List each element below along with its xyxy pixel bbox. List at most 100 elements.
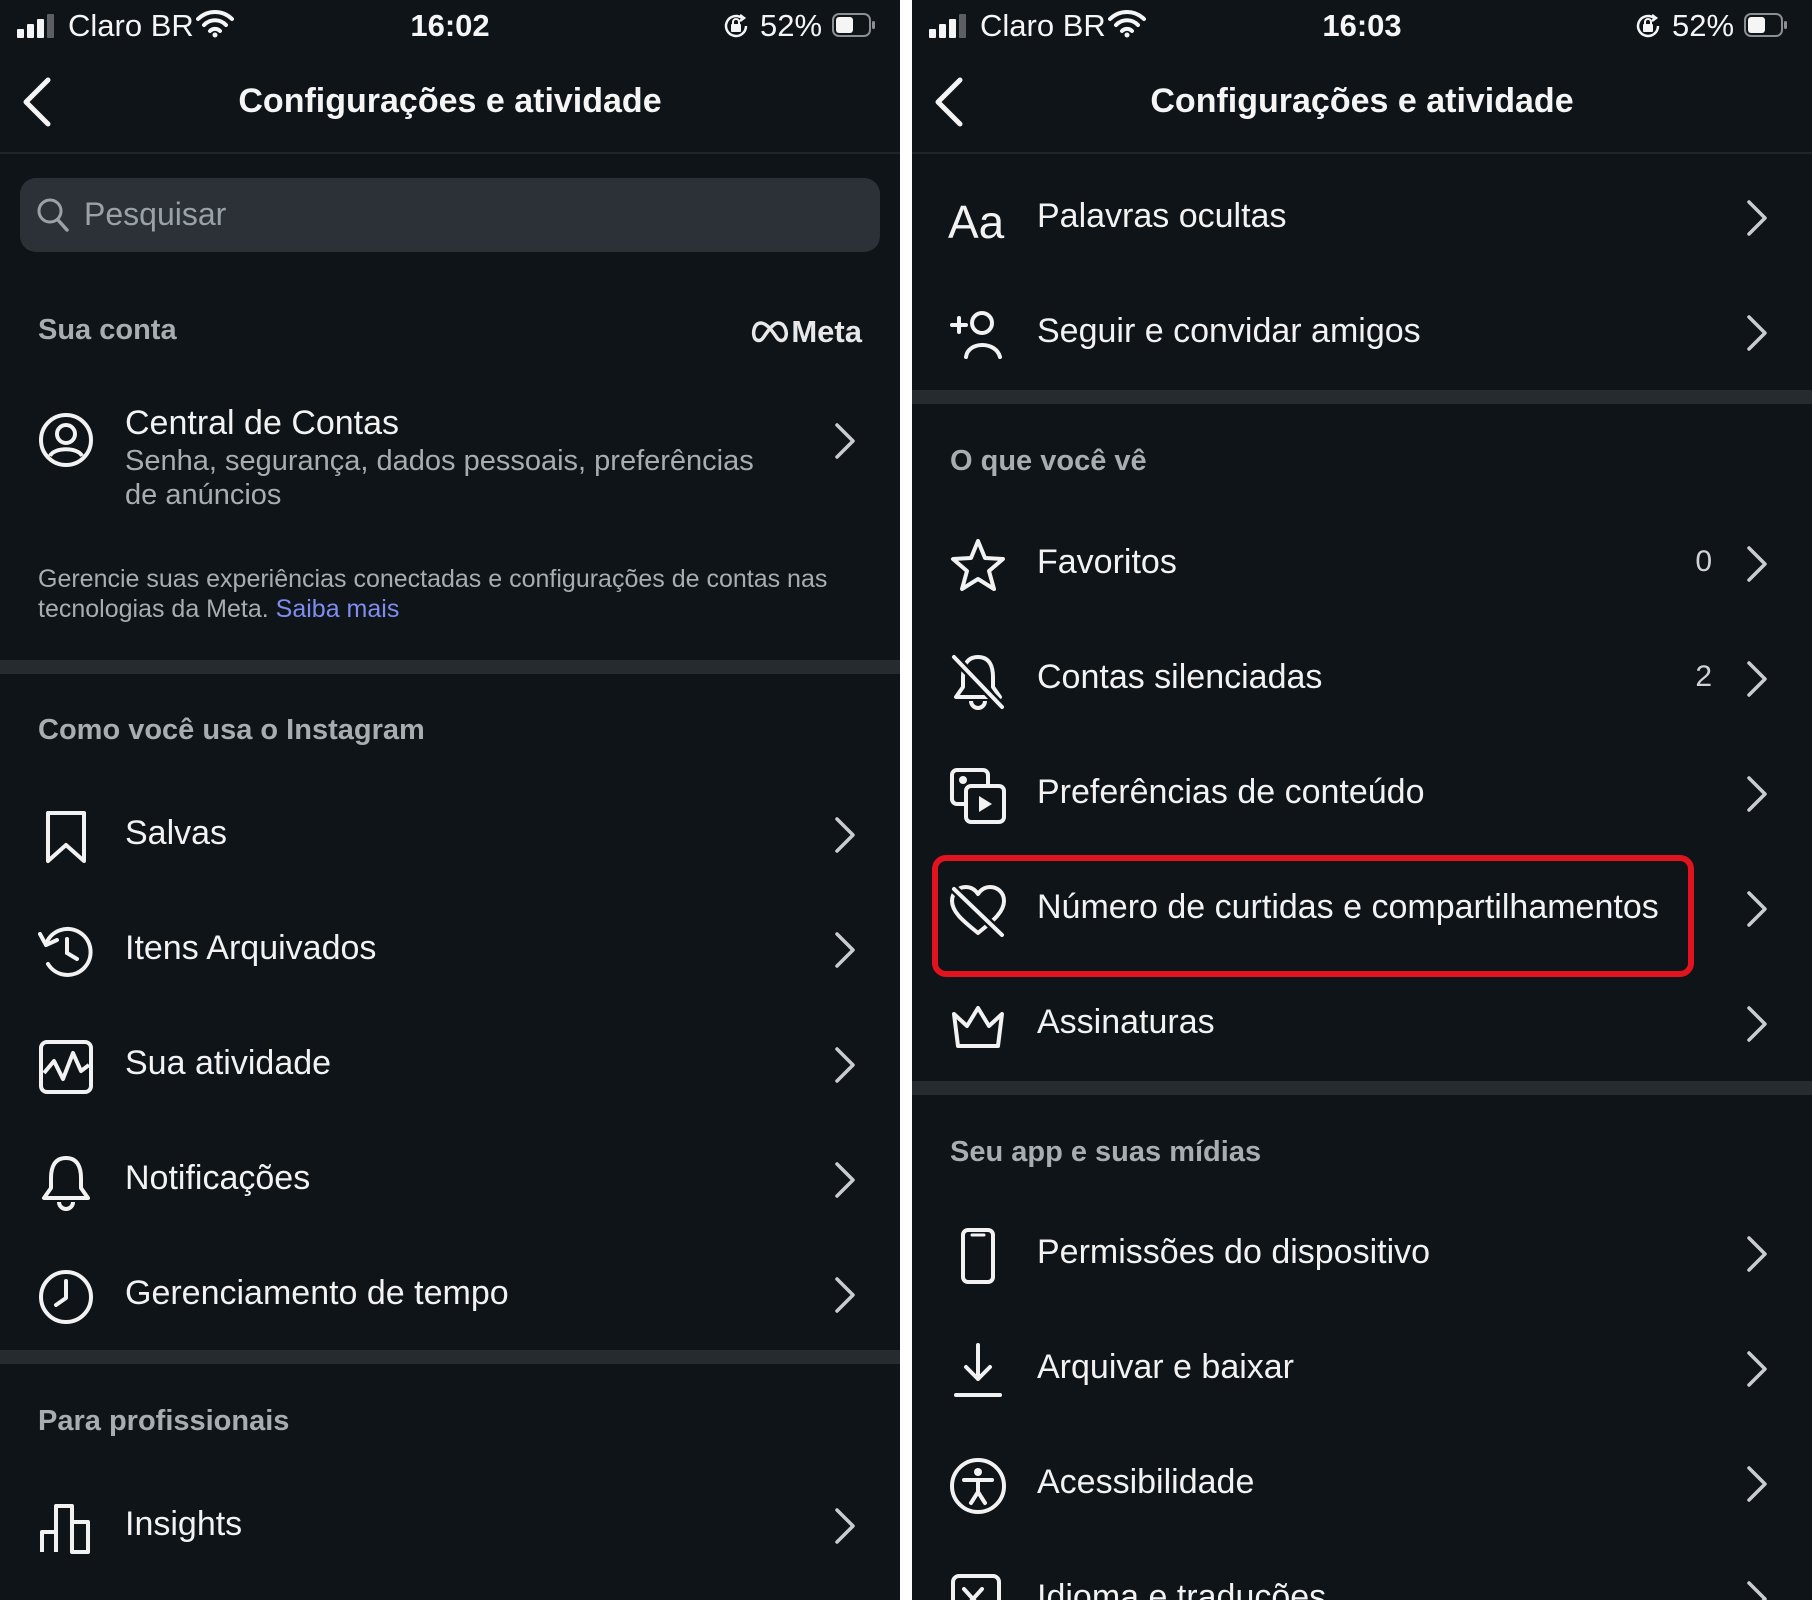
menu-item-label: Assinaturas bbox=[1037, 1003, 1215, 1041]
chevron-right-icon bbox=[1747, 891, 1767, 927]
menu-item-sua-atividade[interactable]: Sua atividade bbox=[0, 1014, 900, 1114]
bar-chart-icon bbox=[40, 1504, 90, 1554]
chevron-right-icon bbox=[1747, 1581, 1767, 1600]
menu-item-label: Itens Arquivados bbox=[125, 929, 377, 967]
battery-icon bbox=[1744, 13, 1787, 37]
item-count: 2 bbox=[1695, 660, 1712, 693]
meta-logo: Meta bbox=[751, 314, 862, 350]
text-aa-icon: Aa bbox=[948, 196, 1005, 248]
menu-item-preferencias-de-conteudo[interactable]: Preferências de conteúdo bbox=[912, 743, 1812, 843]
chevron-right-icon bbox=[835, 1277, 855, 1313]
section-label-professionals: Para profissionais bbox=[38, 1405, 290, 1437]
menu-item-favoritos[interactable]: Favoritos 0 bbox=[912, 513, 1812, 613]
menu-item-notificacoes[interactable]: Notificações bbox=[0, 1129, 900, 1229]
nav-bar: Configurações e atividade bbox=[0, 52, 900, 154]
chevron-right-icon bbox=[835, 423, 855, 459]
menu-item-label: Seguir e convidar amigos bbox=[1037, 312, 1421, 350]
chevron-right-icon bbox=[835, 817, 855, 853]
menu-item-seguir-e-convidar[interactable]: Seguir e convidar amigos bbox=[912, 282, 1812, 382]
battery-icon bbox=[832, 13, 875, 37]
menu-item-label: Idioma e traduções bbox=[1037, 1578, 1327, 1600]
chevron-right-icon bbox=[835, 1047, 855, 1083]
search-icon bbox=[37, 198, 69, 232]
chevron-right-icon bbox=[1747, 315, 1767, 351]
menu-item-label: Favoritos bbox=[1037, 543, 1177, 581]
menu-item-label: Permissões do dispositivo bbox=[1037, 1233, 1431, 1271]
menu-item-label: Palavras ocultas bbox=[1037, 197, 1287, 235]
accessibility-icon bbox=[950, 1458, 1006, 1514]
status-bar: Claro BR 16:02 52% bbox=[0, 0, 900, 52]
chevron-right-icon bbox=[1747, 546, 1767, 582]
clock-icon bbox=[39, 1270, 93, 1324]
section-label-what-you-see: O que você vê bbox=[950, 445, 1147, 477]
menu-item-label: Acessibilidade bbox=[1037, 1463, 1255, 1501]
menu-item-label: Sua atividade bbox=[125, 1044, 332, 1082]
add-person-icon bbox=[950, 311, 1002, 359]
menu-item-idioma-e-traducoes[interactable]: Idioma e traduções bbox=[912, 1548, 1812, 1600]
page-title: Configurações e atividade bbox=[238, 82, 662, 120]
menu-item-itens-arquivados[interactable]: Itens Arquivados bbox=[0, 899, 900, 999]
menu-item-gerenciamento-de-tempo[interactable]: Gerenciamento de tempo bbox=[0, 1244, 900, 1344]
page-title: Configurações e atividade bbox=[1150, 82, 1574, 120]
crown-icon bbox=[952, 1006, 1004, 1048]
chevron-right-icon bbox=[1747, 200, 1767, 236]
menu-item-contas-silenciadas[interactable]: Contas silenciadas 2 bbox=[912, 628, 1812, 728]
translate-icon bbox=[951, 1574, 1001, 1600]
menu-item-label: Salvas bbox=[125, 814, 228, 852]
accounts-description-text: Gerencie suas experiências conectadas e … bbox=[38, 565, 828, 623]
activity-icon bbox=[39, 1040, 93, 1094]
menu-item-acessibilidade[interactable]: Acessibilidade bbox=[912, 1433, 1812, 1533]
chevron-right-icon bbox=[835, 1162, 855, 1198]
menu-item-palavras-ocultas[interactable]: Aa Palavras ocultas bbox=[912, 167, 1812, 267]
section-divider bbox=[912, 1081, 1812, 1095]
menu-item-label: Notificações bbox=[125, 1159, 311, 1197]
star-icon bbox=[951, 539, 1005, 591]
chevron-right-icon bbox=[1747, 1466, 1767, 1502]
search-placeholder: Pesquisar bbox=[84, 196, 227, 232]
menu-item-arquivar-e-baixar[interactable]: Arquivar e baixar bbox=[912, 1318, 1812, 1418]
highlight-box bbox=[932, 855, 1694, 977]
chevron-right-icon bbox=[1747, 776, 1767, 812]
download-icon bbox=[954, 1343, 1002, 1397]
menu-item-label: Gerenciamento de tempo bbox=[125, 1274, 509, 1312]
chevron-right-icon bbox=[835, 1508, 855, 1544]
nav-bar: Configurações e atividade bbox=[912, 52, 1812, 154]
menu-item-label: Contas silenciadas bbox=[1037, 658, 1323, 696]
chevron-right-icon bbox=[835, 932, 855, 968]
status-bar: Claro BR 16:03 52% bbox=[912, 0, 1812, 52]
account-circle-icon bbox=[39, 413, 93, 467]
chevron-right-icon bbox=[1747, 1236, 1767, 1272]
chevron-right-icon bbox=[1747, 1006, 1767, 1042]
menu-item-label: Preferências de conteúdo bbox=[1037, 773, 1425, 811]
bookmark-icon bbox=[46, 811, 86, 863]
archive-history-icon bbox=[38, 926, 93, 977]
accounts-center-title: Central de Contas bbox=[125, 404, 400, 442]
section-divider bbox=[0, 1350, 900, 1364]
menu-item-label: Insights bbox=[125, 1505, 243, 1543]
menu-item-label: Arquivar e baixar bbox=[1037, 1348, 1295, 1386]
rotation-lock-icon bbox=[724, 14, 748, 38]
accounts-center-subtitle: Senha, segurança, dados pessoais, prefer… bbox=[125, 445, 754, 511]
chevron-right-icon bbox=[1747, 661, 1767, 697]
right-screen: Claro BR 16:03 52% Configurações e ativi… bbox=[912, 0, 1812, 1600]
menu-item-salvas[interactable]: Salvas bbox=[0, 784, 900, 884]
menu-item-permissoes[interactable]: Permissões do dispositivo bbox=[912, 1203, 1812, 1303]
section-label-usage: Como você usa o Instagram bbox=[38, 714, 425, 746]
left-screen: Claro BR 16:02 52% Configurações e ativi… bbox=[0, 0, 900, 1600]
section-label-account: Sua conta bbox=[38, 314, 177, 346]
phone-icon bbox=[961, 1228, 995, 1284]
svg-text:Aa: Aa bbox=[948, 196, 1005, 248]
bell-off-icon bbox=[950, 653, 1006, 711]
battery-percent: 52% bbox=[1672, 8, 1735, 43]
battery-percent: 52% bbox=[760, 8, 823, 43]
menu-item-insights[interactable]: Insights bbox=[0, 1475, 900, 1575]
media-play-icon bbox=[950, 768, 1006, 824]
accounts-center-description: Gerencie suas experiências conectadas e … bbox=[38, 564, 868, 624]
section-label-app-media: Seu app e suas mídias bbox=[950, 1136, 1262, 1168]
menu-item-assinaturas[interactable]: Assinaturas bbox=[912, 973, 1812, 1073]
learn-more-link[interactable]: Saiba mais bbox=[276, 595, 400, 623]
search-input[interactable]: Pesquisar bbox=[20, 178, 880, 252]
bell-icon bbox=[42, 1156, 90, 1211]
rotation-lock-icon bbox=[1636, 14, 1660, 38]
item-count: 0 bbox=[1695, 545, 1712, 578]
